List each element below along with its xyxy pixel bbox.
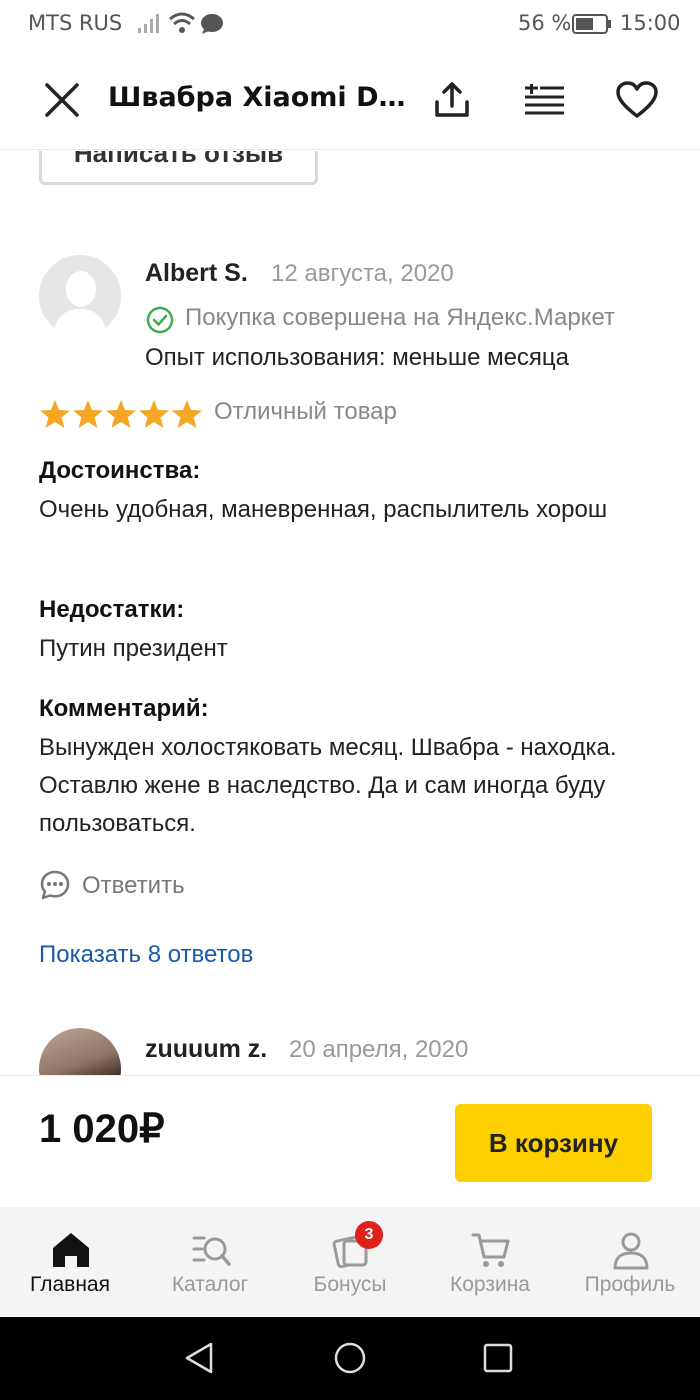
signal-icon [138, 14, 159, 33]
cart-icon [471, 1233, 510, 1267]
profile-icon [613, 1232, 649, 1270]
pros-text: Очень удобная, маневренная, распылитель … [39, 496, 608, 523]
product-price: 1 020₽ [39, 1107, 165, 1151]
review-author[interactable]: zuuuum z. [145, 1035, 267, 1064]
bottom-navigation: Главная Каталог 3 Бонусы Корзина Профиль [0, 1207, 700, 1317]
nav-item-cart[interactable]: Корзина [420, 1207, 560, 1317]
cons-title: Недостатки: [39, 596, 185, 623]
home-icon [53, 1233, 89, 1267]
cons-text: Путин президент [39, 635, 228, 662]
carrier-name: MTS RUS [28, 11, 123, 35]
reviews-content[interactable]: Написать отзыв Albert S. 12 августа, 202… [0, 151, 700, 1075]
write-review-button[interactable]: Написать отзыв [39, 151, 318, 185]
nav-item-home[interactable]: Главная [0, 1207, 140, 1317]
comment-title: Комментарий: [39, 695, 209, 722]
add-to-cart-button[interactable]: В корзину [455, 1104, 652, 1182]
buy-bar: 1 020₽ В корзину [0, 1075, 700, 1207]
nav-item-profile[interactable]: Профиль [560, 1207, 700, 1317]
home-button-icon[interactable] [333, 1341, 367, 1375]
battery-percent: 56 % [518, 11, 572, 35]
star-icon [106, 400, 136, 428]
nav-item-catalog[interactable]: Каталог [140, 1207, 280, 1317]
recents-icon[interactable] [483, 1343, 513, 1373]
show-answers-link[interactable]: Показать 8 ответов [39, 941, 253, 969]
share-icon[interactable] [432, 80, 472, 120]
bonus-count-badge: 3 [355, 1221, 383, 1249]
star-icon [172, 400, 202, 428]
review-date: 12 августа, 2020 [271, 260, 454, 287]
battery-icon [572, 14, 611, 34]
nav-label: Главная [30, 1273, 110, 1296]
compare-list-icon[interactable] [524, 84, 566, 116]
page-title: Швабра Xiaomi Deerma Spray Mop [108, 82, 408, 113]
favorite-heart-icon[interactable] [616, 81, 658, 119]
back-icon[interactable] [183, 1341, 217, 1375]
verified-purchase-label: Покупка совершена на Яндекс.Маркет [185, 304, 615, 331]
comment-text: Вынужден холостяковать месяц. Швабра - н… [39, 734, 617, 837]
message-icon [201, 14, 223, 34]
review-author[interactable]: Albert S. [145, 259, 248, 288]
product-header: Швабра Xiaomi Deerma Spray Mop [0, 50, 700, 150]
avatar [39, 1028, 121, 1075]
nav-label: Бонусы [313, 1273, 387, 1296]
catalog-search-icon [192, 1236, 231, 1266]
review-date: 20 апреля, 2020 [289, 1036, 469, 1063]
close-icon[interactable] [44, 82, 80, 118]
nav-item-bonuses[interactable]: 3 Бонусы [280, 1207, 420, 1317]
user-silhouette-icon [53, 271, 107, 337]
nav-label: Профиль [584, 1273, 676, 1296]
nav-label: Каталог [171, 1273, 249, 1296]
reply-comment-icon[interactable] [39, 869, 71, 901]
reply-button[interactable]: Ответить [82, 872, 185, 900]
star-icon [40, 400, 70, 428]
pros-title: Достоинства: [39, 457, 201, 484]
star-icon [73, 400, 103, 428]
verified-check-icon [146, 306, 174, 334]
star-rating [39, 398, 203, 430]
star-icon [139, 400, 169, 428]
system-navigation-bar [0, 1317, 700, 1400]
avatar [39, 255, 121, 337]
rating-label: Отличный товар [214, 398, 397, 425]
clock: 15:00 [620, 11, 681, 35]
status-bar: MTS RUS 56 % 15:00 [0, 0, 700, 50]
usage-experience: Опыт использования: меньше месяца [145, 344, 570, 371]
nav-label: Корзина [450, 1273, 530, 1296]
wifi-icon [169, 12, 195, 33]
